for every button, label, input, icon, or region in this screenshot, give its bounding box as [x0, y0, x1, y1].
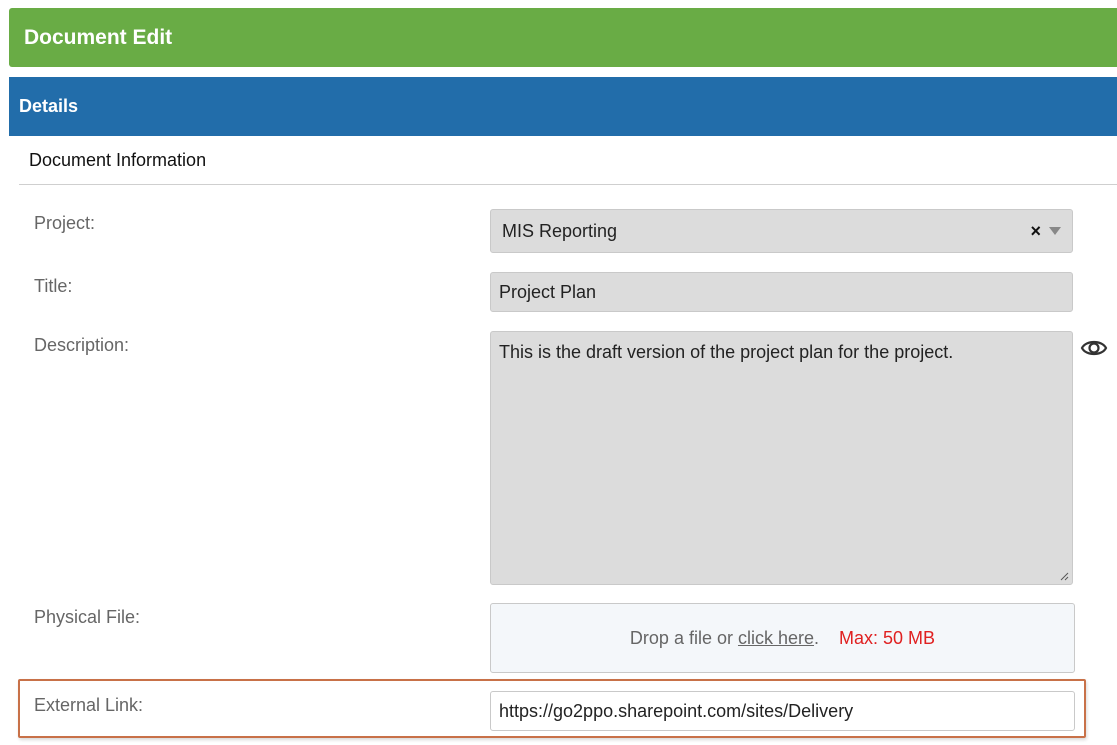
- page-title: Document Edit: [24, 25, 173, 49]
- external-link-label: External Link:: [34, 695, 144, 715]
- project-label: Project:: [34, 213, 96, 233]
- title-value: Project Plan: [499, 281, 597, 302]
- description-value: This is the draft version of the project…: [499, 342, 954, 362]
- page-header: Document Edit: [9, 8, 1117, 67]
- project-select[interactable]: MIS Reporting ×: [490, 209, 1073, 253]
- click-here-link[interactable]: click here: [738, 628, 814, 649]
- dropzone-text: Drop a file or: [629, 627, 733, 648]
- title-field[interactable]: Project Plan: [490, 272, 1073, 312]
- description-textarea[interactable]: This is the draft version of the project…: [490, 331, 1073, 585]
- dropzone-period: .: [814, 627, 820, 648]
- details-panel-header[interactable]: Details: [9, 77, 1117, 136]
- description-label: Description:: [34, 335, 130, 355]
- project-select-value: MIS Reporting: [502, 220, 618, 241]
- external-link-input[interactable]: [490, 691, 1075, 731]
- file-dropzone[interactable]: Drop a file or click here. Max: 50 MB: [490, 603, 1075, 673]
- title-label: Title:: [34, 276, 73, 296]
- physical-file-label: Physical File:: [34, 607, 141, 627]
- resize-handle-icon[interactable]: [1059, 571, 1069, 581]
- details-title: Details: [19, 96, 79, 116]
- max-size-text: Max: 50 MB: [839, 627, 936, 648]
- chevron-down-icon[interactable]: [1049, 227, 1061, 235]
- clear-icon[interactable]: ×: [1030, 221, 1041, 242]
- section-header: Document Information: [19, 136, 1117, 185]
- eye-icon[interactable]: [1080, 337, 1108, 359]
- section-title: Document Information: [29, 149, 207, 170]
